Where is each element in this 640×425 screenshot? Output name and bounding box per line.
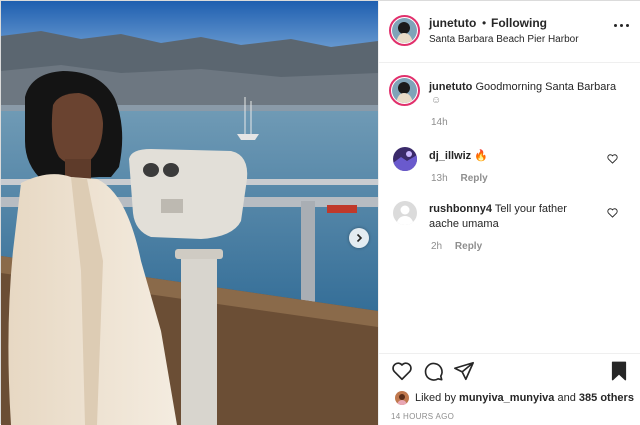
comment-like-heart-icon[interactable] [607, 208, 618, 218]
comment-body: dj_illwiz 🔥 [429, 149, 609, 164]
header-separator: • [482, 16, 487, 30]
caption-author-avatar[interactable] [389, 75, 420, 106]
caption-username[interactable]: junetuto [429, 81, 472, 93]
likes-joiner: and [557, 392, 576, 404]
next-photo-button[interactable] [349, 228, 369, 248]
likes-others-link[interactable]: 385 others [579, 392, 634, 404]
author-username[interactable]: junetuto [429, 16, 476, 30]
liker-username[interactable]: munyiva_munyiva [459, 392, 554, 404]
caption-text: Goodmorning Santa Barbara [475, 81, 617, 93]
comment-meta: 2h Reply [431, 241, 492, 252]
post-sidebar: junetuto • Following Santa Barbara Beach… [378, 1, 640, 425]
likes-prefix: Liked by [415, 392, 456, 404]
author-avatar[interactable] [389, 15, 420, 46]
comment-text: 🔥 [474, 150, 488, 162]
comment-body: rushbonny4 Tell your father aache umama [429, 202, 599, 232]
post-header: junetuto • Following Santa Barbara Beach… [379, 1, 640, 63]
heart-icon[interactable] [391, 360, 413, 382]
commenter-avatar[interactable] [393, 201, 417, 225]
post-window: junetuto • Following Santa Barbara Beach… [0, 0, 640, 425]
comment-time: 13h [431, 173, 448, 184]
post-photo[interactable] [1, 1, 378, 425]
comment-username[interactable]: rushbonny4 [429, 203, 492, 215]
liker-avatar-image [395, 391, 409, 405]
caption-timestamp: 14h [431, 117, 448, 128]
author-avatar-image [392, 18, 417, 43]
comment-like-heart-icon[interactable] [607, 154, 618, 164]
location-link[interactable]: Santa Barbara Beach Pier Harbor [429, 34, 579, 45]
caption: junetuto Goodmorning Santa Barbara [429, 80, 634, 95]
photo-illustration [1, 1, 378, 425]
comment-time: 2h [431, 241, 443, 252]
caption-avatar-image [392, 78, 417, 103]
comment-meta: 13h Reply [431, 173, 498, 184]
bookmark-icon[interactable] [608, 360, 630, 382]
comment-icon[interactable] [422, 360, 444, 382]
default-avatar-icon [393, 201, 417, 225]
comment-username[interactable]: dj_illwiz [429, 150, 471, 162]
reply-button[interactable]: Reply [455, 241, 482, 252]
liker-avatar[interactable] [395, 391, 409, 405]
caption-emoji: ☺ [431, 95, 442, 106]
post-age: 14 HOURS AGO [391, 412, 455, 421]
share-icon[interactable] [453, 360, 475, 382]
post-actions: Liked by munyiva_munyiva and 385 others … [379, 353, 640, 425]
reply-button[interactable]: Reply [460, 173, 487, 184]
following-button[interactable]: Following [491, 16, 547, 30]
commenter-avatar-image [393, 147, 417, 171]
commenter-avatar[interactable] [393, 147, 417, 171]
chevron-right-icon [356, 233, 363, 243]
more-options-icon[interactable] [614, 23, 630, 29]
